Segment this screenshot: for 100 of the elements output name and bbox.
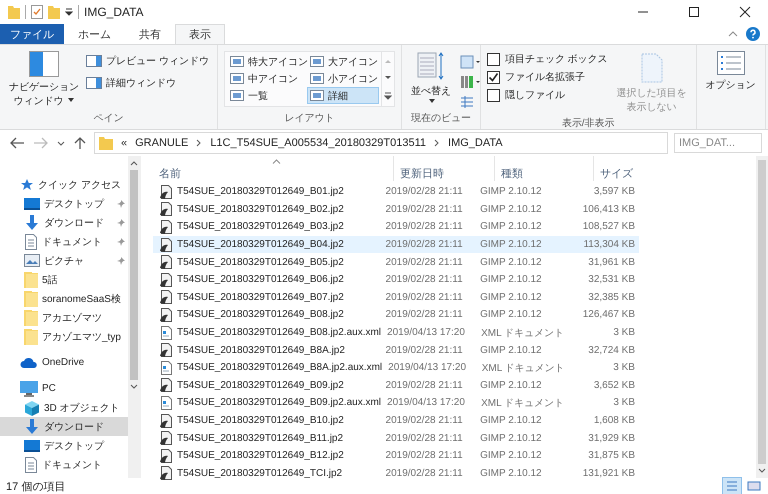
scrollbar[interactable] [756, 156, 768, 478]
overflow-link[interactable]: « [121, 137, 128, 149]
scrollbar-thumb[interactable] [130, 170, 138, 380]
nav-item[interactable]: ドキュメント [0, 455, 128, 474]
view-icon [230, 90, 244, 101]
options-button[interactable]: オプション [702, 49, 759, 127]
modified-date: 2019/02/28 21:11 [384, 432, 464, 444]
help-icon[interactable] [746, 27, 760, 41]
scroll-down-icon[interactable] [130, 384, 138, 390]
layout-option[interactable]: 詳細 [306, 87, 379, 104]
chevron-up-icon[interactable] [728, 30, 738, 38]
download-icon [24, 214, 40, 230]
file-row[interactable]: T54SUE_20180329T012649_B08.jp2 2019/02/28 21:11 GIMP 2.10.12 126,467 KB [153, 306, 639, 324]
layout-option[interactable]: 特大アイコン [226, 53, 307, 70]
image-file-icon [159, 184, 173, 199]
column-header[interactable]: 名前 [153, 156, 393, 181]
nav-item[interactable]: アカエゾマツ [0, 308, 128, 327]
add-columns-icon[interactable] [460, 75, 480, 89]
nav-item[interactable]: アカゾエマツ_typ [0, 327, 128, 346]
file-tab[interactable]: ファイル [0, 24, 64, 44]
nav-item[interactable]: ピクチャ [0, 251, 128, 270]
column-header[interactable]: 更新日時 [393, 156, 494, 181]
column-header[interactable]: 種類 [494, 156, 593, 181]
nav-item-label: 5話 [42, 274, 58, 286]
column-header[interactable]: サイズ [593, 156, 666, 181]
breadcrumb-link[interactable]: GRANULE [135, 137, 188, 149]
scroll-down-icon[interactable] [384, 74, 392, 81]
preview-pane-button[interactable]: プレビュー ウィンドウ [84, 51, 211, 71]
up-arrow-icon[interactable] [72, 136, 88, 150]
nav-item[interactable]: ダウンロード [0, 417, 128, 436]
group-by-icon[interactable] [460, 55, 480, 69]
navigation-pane-button[interactable]: ナビゲーション ウィンドウ [6, 49, 82, 111]
file-row[interactable]: T54SUE_20180329T012649_B12.jp2 2019/02/28 21:11 GIMP 2.10.12 31,875 KB [153, 446, 639, 464]
scrollbar[interactable] [128, 156, 140, 478]
file-row[interactable]: T54SUE_20180329T012649_B01.jp2 2019/02/28 21:11 GIMP 2.10.12 3,597 KB [153, 183, 639, 201]
file-row[interactable]: T54SUE_20180329T012649_B8A.jp2.aux.xml 2019/04/13 17:20 XML ドキュメント 3 KB [153, 358, 639, 377]
layout-option[interactable]: 中アイコン [226, 70, 307, 87]
checkbox-box[interactable] [486, 88, 500, 102]
file-row[interactable]: T54SUE_20180329T012649_B09.jp2 2019/02/28 21:11 GIMP 2.10.12 3,652 KB [153, 376, 639, 394]
scroll-up-icon[interactable] [130, 160, 138, 166]
sort-by-button[interactable]: 並べ替え [408, 49, 454, 111]
ribbon-tab[interactable]: 表示 [175, 24, 225, 44]
details-view-icon[interactable] [722, 477, 742, 494]
nav-item[interactable]: デスクトップ [0, 194, 128, 213]
nav-item[interactable]: クイック アクセス [0, 175, 128, 194]
sort-ascending-icon [272, 159, 280, 164]
ribbon-tab[interactable]: ホーム [64, 24, 125, 44]
checkbox-box[interactable] [486, 52, 500, 66]
caret-icon [68, 98, 74, 102]
properties-icon[interactable] [31, 5, 43, 19]
nav-item[interactable]: 5話 [0, 270, 128, 289]
file-row[interactable]: T54SUE_20180329T012649_B08.jp2.aux.xml 2019/04/13 17:20 XML ドキュメント 3 KB [153, 324, 639, 342]
nav-item-label: OneDrive [42, 357, 84, 368]
file-row[interactable]: T54SUE_20180329T012649_B09.jp2.aux.xml 2019/04/13 17:20 XML ドキュメント 3 KB [153, 394, 639, 412]
ribbon-tab[interactable]: 共有 [125, 24, 175, 44]
nav-item-label: ドキュメント [42, 236, 102, 248]
file-row[interactable]: T54SUE_20180329T012649_B06.jp2 2019/02/28 21:11 GIMP 2.10.12 32,531 KB [153, 270, 639, 289]
breadcrumb-link[interactable]: IMG_DATA [448, 137, 503, 149]
image-file-icon [159, 202, 173, 216]
file-name: T54SUE_20180329T012649_B8A.jp2.aux.xml [177, 362, 382, 374]
checkbox[interactable]: 隠しファイル [486, 87, 608, 103]
file-row[interactable]: T54SUE_20180329T012649_B03.jp2 2019/02/28 21:11 GIMP 2.10.12 108,527 KB [153, 218, 639, 236]
back-icon[interactable] [8, 136, 26, 150]
file-row[interactable]: T54SUE_20180329T012649_B05.jp2 2019/02/28 21:11 GIMP 2.10.12 31,961 KB [153, 253, 639, 271]
chevron-right-icon[interactable] [434, 139, 440, 147]
view-icon [310, 73, 324, 84]
file-row[interactable]: T54SUE_20180329T012649_TCI.jp2 2019/02/28 21:11 GIMP 2.10.12 131,921 KB [153, 464, 639, 482]
layout-option[interactable]: 小アイコン [306, 70, 379, 87]
file-row[interactable]: T54SUE_20180329T012649_B04.jp2 2019/02/28 21:11 GIMP 2.10.12 113,304 KB [153, 236, 639, 254]
size-columns-icon[interactable] [460, 95, 474, 109]
nav-item[interactable]: ダウンロード [0, 213, 128, 232]
nav-item[interactable]: ドキュメント [0, 232, 128, 251]
nav-item[interactable]: soranomeSaaS検 [0, 289, 128, 308]
layout-option[interactable]: 一覧 [226, 87, 307, 104]
modified-date: 2019/02/28 21:11 [384, 450, 464, 462]
modified-date: 2019/04/13 17:20 [387, 362, 468, 374]
file-row[interactable]: T54SUE_20180329T012649_B8A.jp2 2019/02/28 21:11 GIMP 2.10.12 32,724 KB [153, 341, 639, 359]
chevron-right-icon[interactable] [196, 139, 202, 147]
file-row[interactable]: T54SUE_20180329T012649_B11.jp2 2019/02/28 21:11 GIMP 2.10.12 31,929 KB [153, 429, 639, 447]
breadcrumb-link[interactable]: L1C_T54SUE_A005534_20180329T013511 [210, 137, 426, 149]
file-row[interactable]: T54SUE_20180329T012649_B02.jp2 2019/02/28 21:11 GIMP 2.10.12 106,413 KB [153, 200, 639, 218]
file-size: 31,929 KB [587, 432, 636, 444]
layout-option[interactable]: 大アイコン [306, 53, 379, 70]
checkbox-label: 項目チェック ボックス [504, 53, 608, 66]
file-row[interactable]: T54SUE_20180329T012649_B07.jp2 2019/02/28 21:11 GIMP 2.10.12 32,385 KB [153, 288, 639, 306]
scroll-down-icon[interactable] [758, 468, 766, 474]
address-bar[interactable]: « GRANULE L1C_T54SUE_A005534_20180329T013511 IMG_DATA [94, 132, 668, 154]
file-row[interactable]: T54SUE_20180329T012649_B10.jp2 2019/02/28 21:11 GIMP 2.10.12 1,608 KB [153, 412, 639, 430]
dropdown-icon[interactable] [65, 8, 73, 16]
nav-item[interactable]: PC [0, 379, 128, 398]
nav-item[interactable]: OneDrive [0, 353, 128, 372]
scrollbar-thumb[interactable] [758, 160, 766, 464]
expand-icon[interactable] [384, 92, 392, 100]
search-field[interactable]: IMG_DAT... [674, 133, 762, 153]
nav-item[interactable]: デスクトップ [0, 436, 128, 455]
nav-item[interactable]: 3D オブジェクト [0, 398, 128, 417]
details-pane-button[interactable]: 詳細ウィンドウ [84, 73, 211, 93]
checkbox-box[interactable] [486, 70, 500, 84]
checkbox[interactable]: 項目チェック ボックス [486, 51, 608, 67]
checkbox[interactable]: ファイル名拡張子 [486, 69, 608, 85]
